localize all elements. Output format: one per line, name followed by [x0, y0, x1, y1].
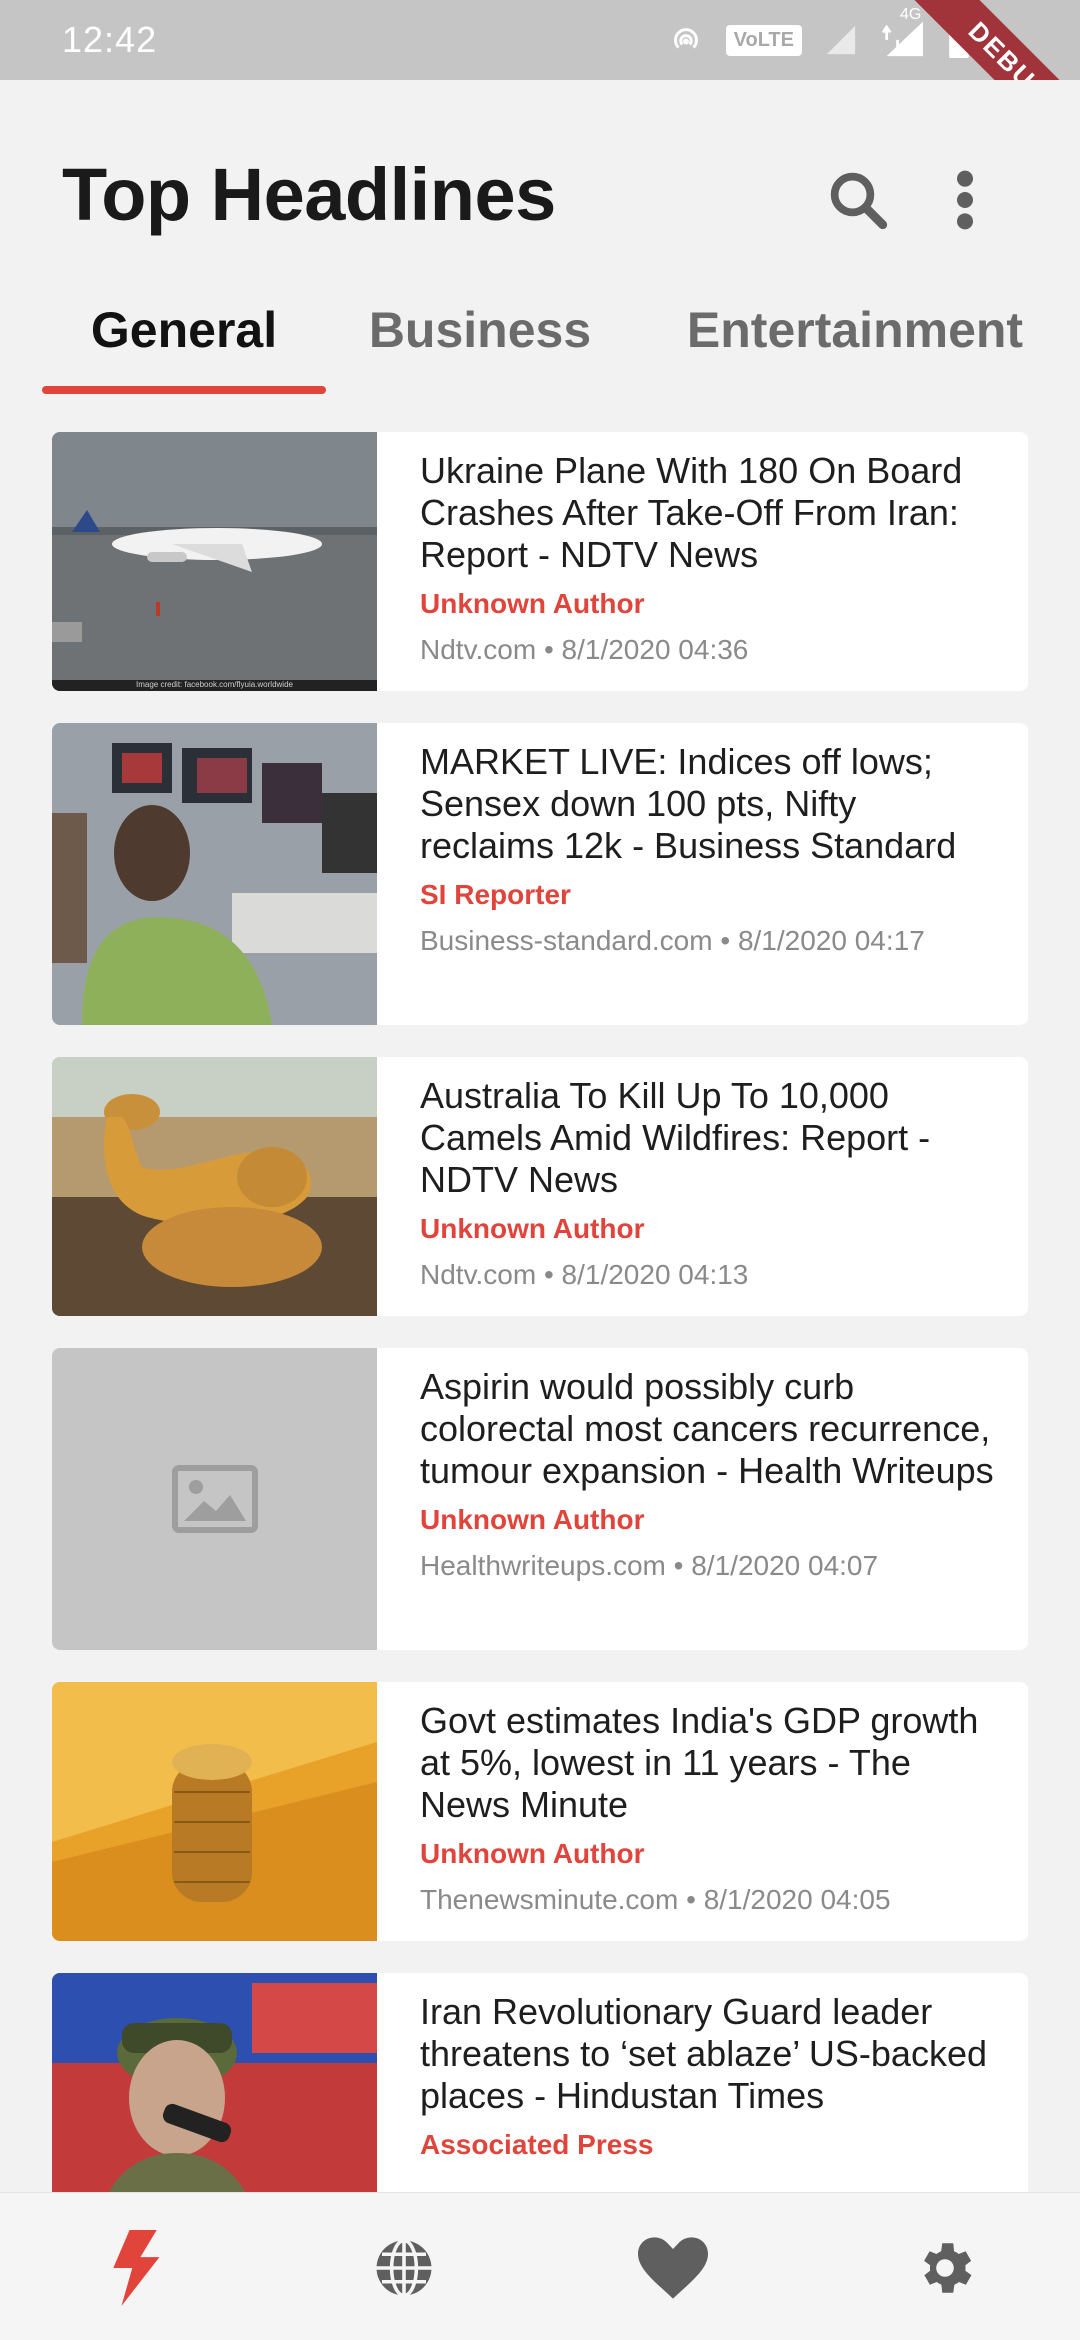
article-title[interactable]: Ukraine Plane With 180 On Board Crashes …: [420, 450, 998, 576]
volte-badge: VoLTE: [725, 24, 802, 56]
article-body: MARKET LIVE: Indices off lows; Sensex do…: [377, 723, 1028, 1025]
image-caption: Image credit: facebook.com/flyuia.worldw…: [136, 680, 293, 689]
article-title[interactable]: Govt estimates India's GDP growth at 5%,…: [420, 1700, 998, 1826]
article-image: [52, 723, 377, 1025]
article-author: Unknown Author: [420, 1504, 645, 1535]
article-card[interactable]: MARKET LIVE: Indices off lows; Sensex do…: [52, 723, 1028, 1025]
article-meta: Ndtv.com • 8/1/2020 04:13: [420, 1259, 749, 1290]
heart-icon: [638, 2237, 708, 2299]
trader-image: [52, 723, 377, 1025]
flash-icon: [113, 2230, 160, 2306]
article-image: [52, 1057, 377, 1316]
article-title[interactable]: Aspirin would possibly curb colorectal m…: [420, 1366, 998, 1492]
tab-entertainment[interactable]: Entertainment: [660, 280, 1050, 380]
search-button[interactable]: [818, 160, 898, 240]
article-author: Unknown Author: [420, 1213, 645, 1244]
article-meta: Healthwriteups.com • 8/1/2020 04:07: [420, 1550, 879, 1581]
article-image: [52, 1682, 377, 1941]
nav-favorites[interactable]: [628, 2223, 718, 2313]
article-meta: Thenewsminute.com • 8/1/2020 04:05: [420, 1884, 891, 1915]
article-title[interactable]: Australia To Kill Up To 10,000 Camels Am…: [420, 1075, 998, 1201]
article-card[interactable]: Aspirin would possibly curb colorectal m…: [52, 1348, 1028, 1650]
article-author: Unknown Author: [420, 588, 645, 619]
article-title[interactable]: MARKET LIVE: Indices off lows; Sensex do…: [420, 741, 998, 867]
settings-icon: [924, 2243, 972, 2293]
hotspot-icon: [673, 28, 698, 49]
status-icons: VoLTE 4G: [668, 6, 970, 63]
article-author: Associated Press: [420, 2129, 654, 2160]
article-title[interactable]: Iran Revolutionary Guard leader threaten…: [420, 1991, 998, 2117]
nav-headlines[interactable]: [90, 2223, 180, 2313]
article-body: Australia To Kill Up To 10,000 Camels Am…: [377, 1057, 1028, 1316]
network-type: 4G: [900, 5, 922, 23]
article-author: Unknown Author: [420, 1838, 645, 1869]
article-author: SI Reporter: [420, 879, 571, 910]
article-image: [52, 1348, 377, 1650]
tab-indicator: [42, 386, 326, 394]
app-header: Top Headlines General Business Entertain…: [0, 80, 1080, 400]
signal-icon: [826, 25, 856, 55]
tab-general[interactable]: General: [42, 280, 326, 380]
plane-image: [52, 432, 377, 691]
coins-image: [52, 1682, 377, 1941]
status-bar: 12:42 VoLTE 4G DEBUG: [0, 0, 1080, 179]
article-body: Aspirin would possibly curb colorectal m…: [377, 1348, 1028, 1650]
bottom-navigation: [0, 2192, 1080, 2340]
tab-business[interactable]: Business: [350, 280, 610, 380]
search-icon: [830, 172, 888, 230]
placeholder-image-icon: [171, 1465, 258, 1533]
category-tabs: General Business Entertainment: [0, 280, 1080, 380]
article-card[interactable]: Image credit: facebook.com/flyuia.worldw…: [52, 432, 1028, 691]
globe-icon: [376, 2238, 432, 2298]
status-time: 12:42: [62, 19, 158, 60]
article-card[interactable]: Australia To Kill Up To 10,000 Camels Am…: [52, 1057, 1028, 1316]
camels-image: [52, 1057, 377, 1316]
signal-4g-icon: [881, 21, 923, 56]
article-body: Govt estimates India's GDP growth at 5%,…: [377, 1682, 1028, 1941]
page-title: Top Headlines: [62, 153, 556, 236]
more-vert-icon: [957, 170, 973, 230]
article-image: Image credit: facebook.com/flyuia.worldw…: [52, 432, 377, 691]
article-body: Ukraine Plane With 180 On Board Crashes …: [377, 432, 1028, 691]
article-card[interactable]: Govt estimates India's GDP growth at 5%,…: [52, 1682, 1028, 1941]
nav-settings[interactable]: [900, 2223, 990, 2313]
more-options-button[interactable]: [925, 160, 1005, 240]
article-meta: Business-standard.com • 8/1/2020 04:17: [420, 925, 925, 956]
nav-explore[interactable]: [359, 2223, 449, 2313]
article-meta: Ndtv.com • 8/1/2020 04:36: [420, 634, 749, 665]
